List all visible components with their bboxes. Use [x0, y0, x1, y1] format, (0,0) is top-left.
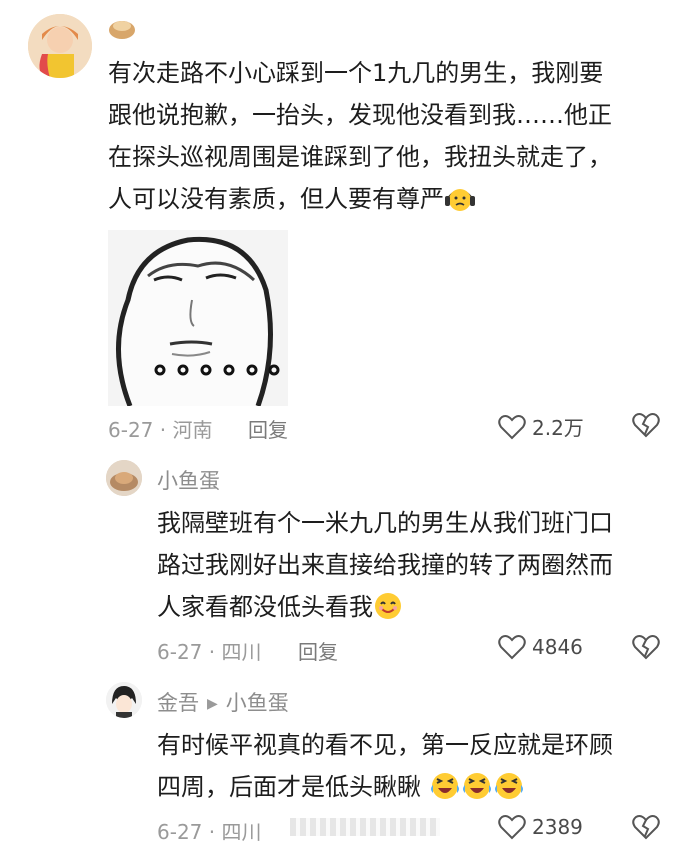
comment-2-line-3: 人家看都没低头看我	[157, 593, 373, 621]
comment-2-like-count: 4846	[532, 635, 583, 659]
laugh-cry-emoji-icon	[429, 771, 461, 814]
comment-3-text: 有时候平视真的看不见，第一反应就是环顾 四周，后面才是低头瞅瞅	[157, 724, 677, 814]
face-meme-sticker[interactable]	[108, 230, 288, 406]
heart-icon	[498, 815, 526, 840]
comment-2-line-1: 我隔壁班有个一米九几的男生从我们班门口	[157, 509, 613, 537]
heart-icon	[498, 635, 526, 660]
avatar-image	[106, 460, 142, 496]
comment-1-line-3: 在探头巡视周围是谁踩到了他，我扭头就走了，	[108, 143, 612, 171]
avatar-comment-2[interactable]	[106, 460, 142, 496]
comment-3-meta: 6-27 · 四川	[157, 820, 262, 844]
comment-3-reply-to[interactable]: 小鱼蛋	[226, 691, 289, 715]
comment-1-line-2: 跟他说抱歉，一抬头，发现他没看到我……他正	[108, 101, 612, 129]
comment-2-line-2: 路过我刚好出来直接给我撞的转了两圈然而	[157, 551, 613, 579]
blurred-reply-placeholder	[290, 818, 440, 836]
laugh-cry-emoji-icon	[493, 771, 525, 814]
comment-3-author[interactable]: 金吾 ▶ 小鱼蛋	[157, 687, 289, 717]
avatar-comment-3[interactable]	[106, 682, 142, 718]
comment-2-text: 我隔壁班有个一米九几的男生从我们班门口 路过我刚好出来直接给我撞的转了两圈然而 …	[157, 502, 677, 634]
comment-2-author[interactable]: 小鱼蛋	[157, 465, 220, 495]
comment-1-reply-button[interactable]: 回复	[248, 414, 288, 443]
comment-2-like-button[interactable]: 4846	[498, 634, 583, 660]
comment-2-meta: 6-27 · 四川	[157, 640, 262, 664]
reply-arrow-icon: ▶	[207, 696, 218, 712]
comment-1-like-count: 2.2万	[532, 416, 584, 440]
bun-emoji-icon	[108, 16, 136, 44]
broken-heart-icon	[632, 413, 660, 438]
comment-3-like-button[interactable]: 2389	[498, 814, 583, 840]
comment-2-reply-button[interactable]: 回复	[298, 636, 338, 665]
headphone-face-emoji-icon	[444, 183, 476, 226]
comment-1-text: 有次走路不小心踩到一个1九几的男生，我刚要 跟他说抱歉，一抬头，发现他没看到我……	[108, 52, 668, 226]
comment-1-dislike-button[interactable]	[632, 412, 660, 442]
comment-3-author-name[interactable]: 金吾	[157, 691, 199, 715]
comment-3-line-2: 四周，后面才是低头瞅瞅	[157, 773, 421, 801]
comment-1-meta: 6-27 · 河南	[108, 418, 213, 442]
comment-3-line-1: 有时候平视真的看不见，第一反应就是环顾	[157, 731, 613, 759]
comment-3-dislike-button[interactable]	[632, 814, 660, 844]
avatar-comment-1[interactable]	[28, 14, 92, 78]
comment-1-like-button[interactable]: 2.2万	[498, 412, 584, 441]
comment-2-dislike-button[interactable]	[632, 634, 660, 664]
meme-face-drawing	[115, 236, 280, 406]
heart-icon	[498, 414, 526, 439]
comment-3-like-count: 2389	[532, 815, 583, 839]
broken-heart-icon	[632, 635, 660, 660]
avatar-image	[106, 682, 142, 718]
laugh-cry-emoji-icon	[461, 771, 493, 814]
avatar-image	[28, 14, 92, 78]
comment-1-line-4: 人可以没有素质，但人要有尊严	[108, 185, 444, 213]
broken-heart-icon	[632, 815, 660, 840]
smile-emoji-icon	[373, 591, 403, 634]
comment-1-line-1: 有次走路不小心踩到一个1九几的男生，我刚要	[108, 59, 604, 87]
